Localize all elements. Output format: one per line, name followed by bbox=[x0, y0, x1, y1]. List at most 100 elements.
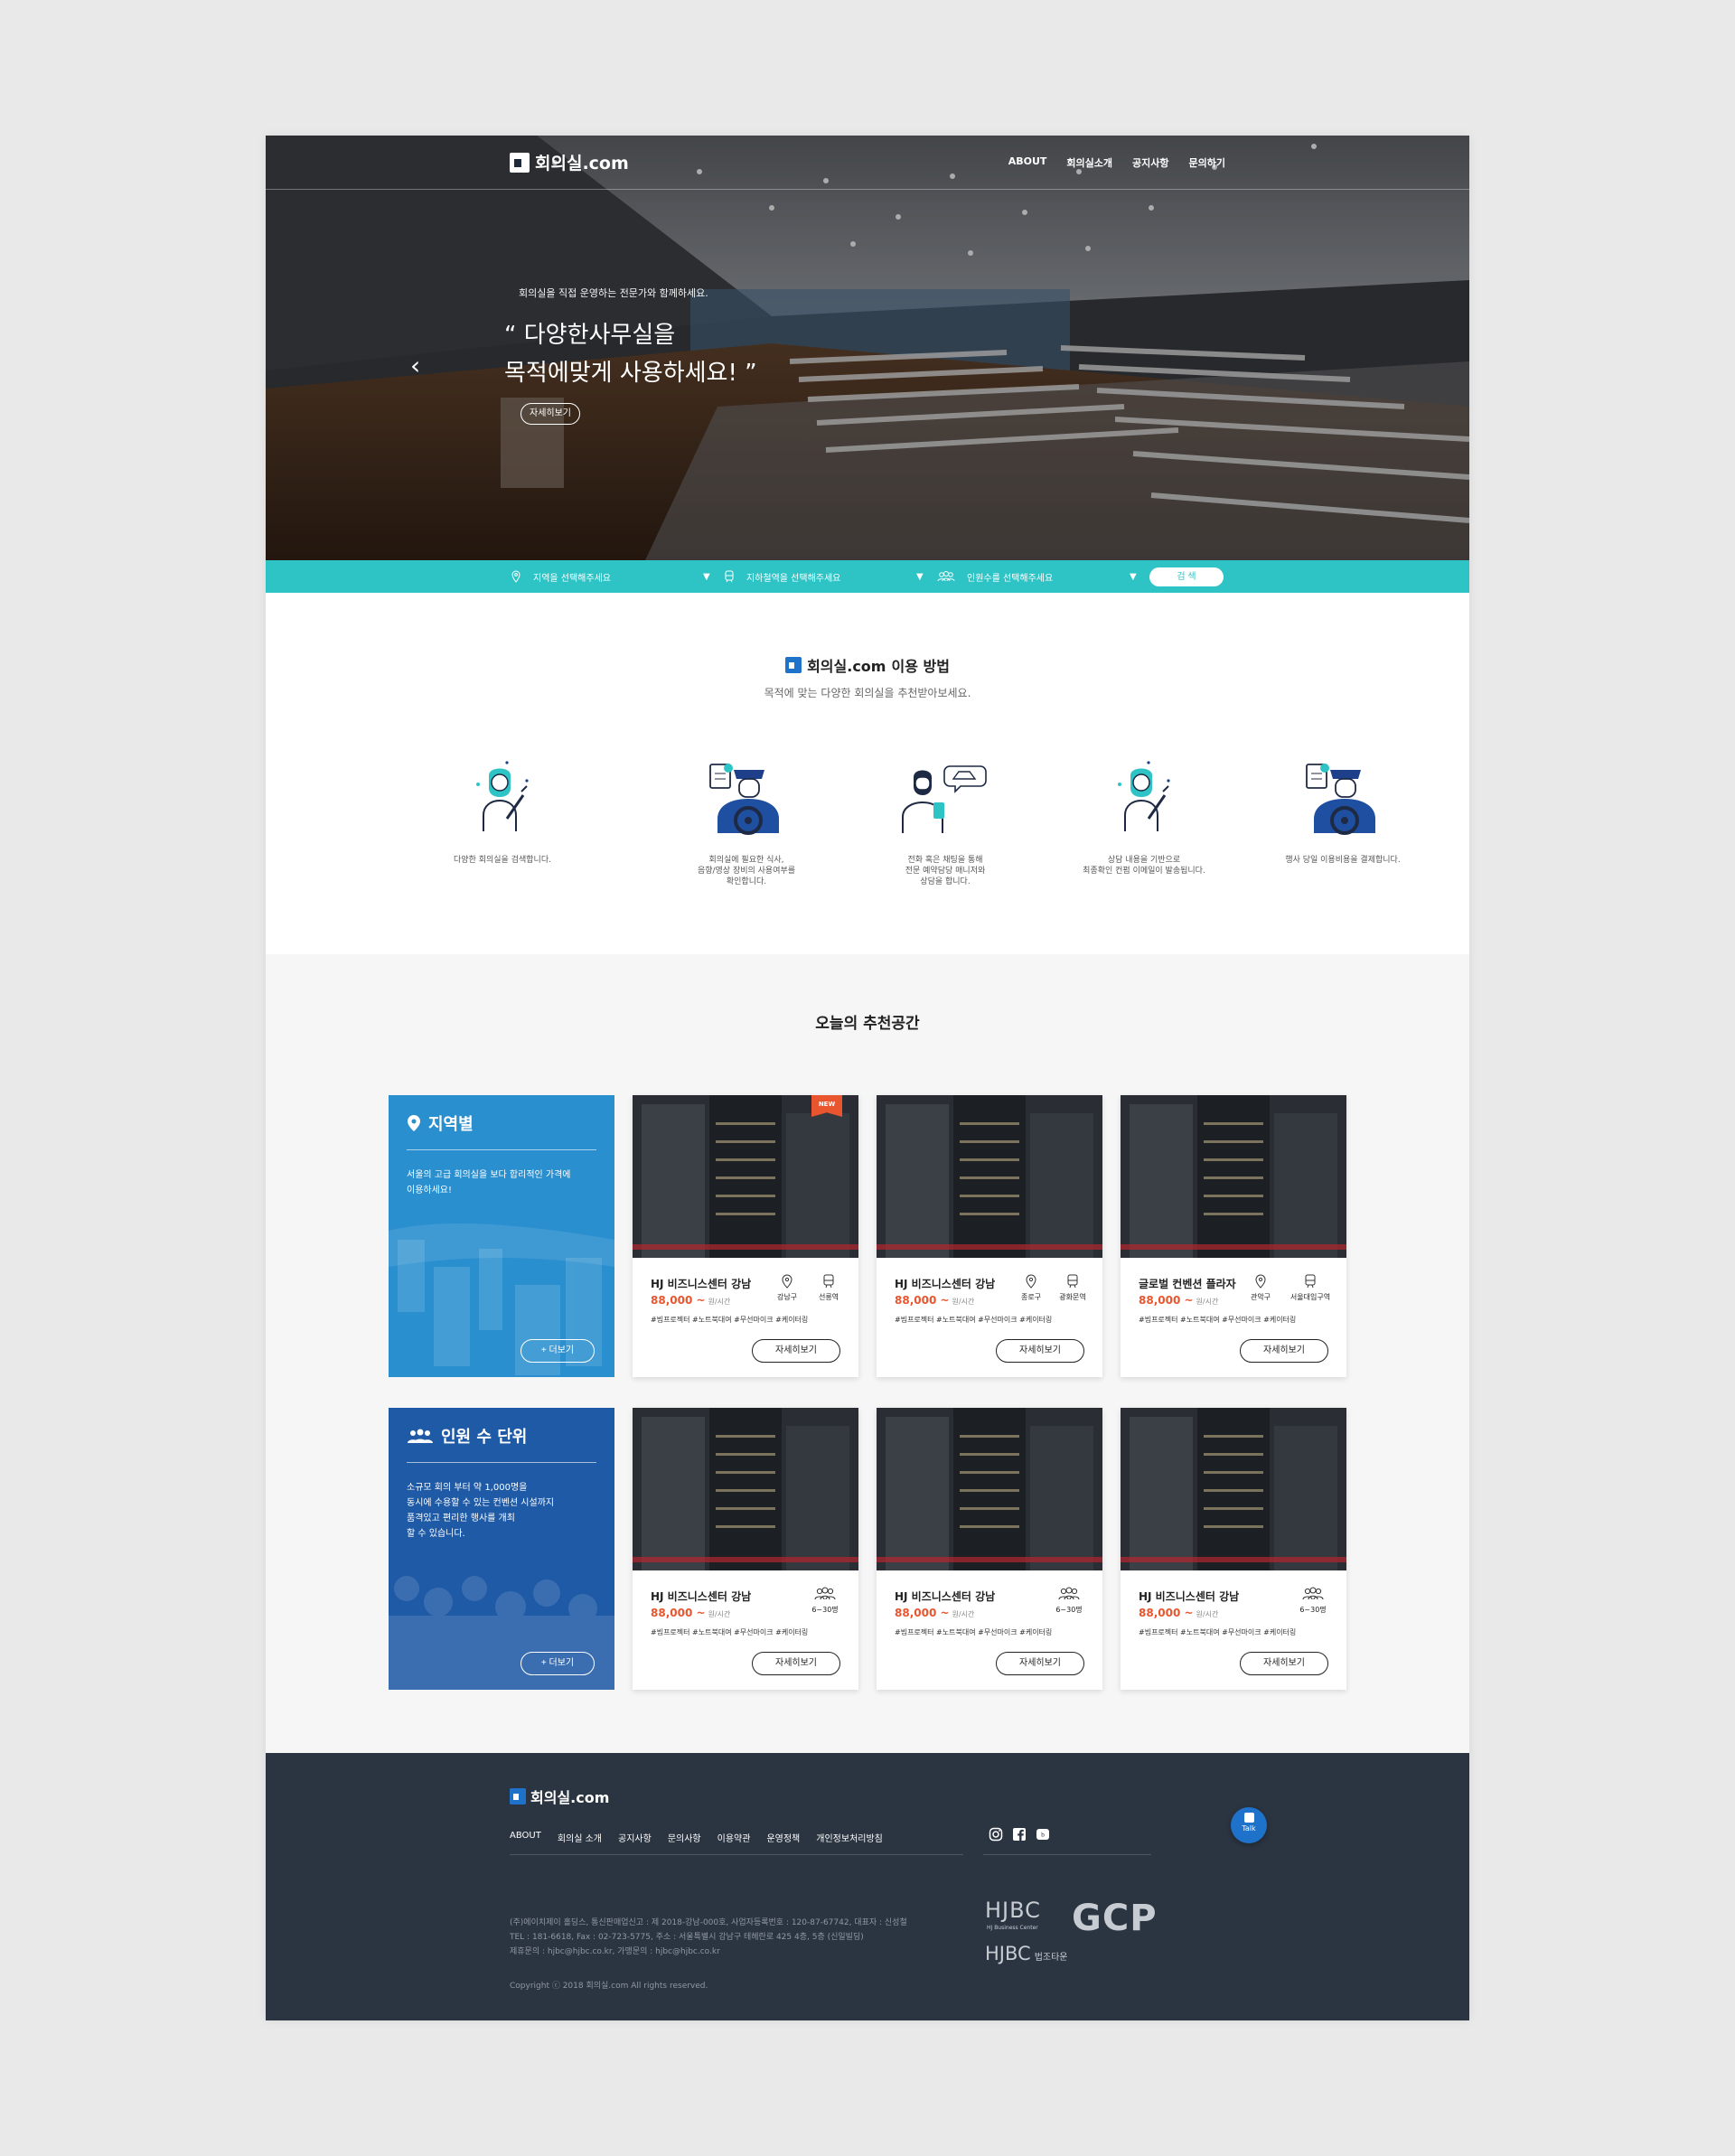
hero-detail-button[interactable]: 자세히보기 bbox=[520, 403, 580, 425]
space-detail-button[interactable]: 자세히보기 bbox=[1240, 1339, 1328, 1363]
subway-caret-icon[interactable]: ▼ bbox=[916, 560, 924, 593]
step-3-line1: 전화 혹은 채팅을 통해 bbox=[907, 856, 983, 865]
price-value: 88,000 ~ bbox=[1139, 1294, 1194, 1307]
people-group-icon bbox=[1058, 1587, 1080, 1600]
space-tags: #빔프로젝터 #노트북대여 #무선마이크 #케이터링 bbox=[651, 1628, 809, 1636]
price-unit: 원/시간 bbox=[1196, 1610, 1219, 1618]
category-people-desc-line2: 동시에 수용할 수 있는 컨벤션 시설까지 bbox=[407, 1498, 555, 1508]
station-info: 서울대입구역 bbox=[1281, 1274, 1339, 1302]
hero-banner: 회의실.com ABOUT 회의실소개 공지사항 문의하기 ‹ 회의실을 직접 … bbox=[266, 136, 1469, 560]
talk-label: Talk bbox=[1242, 1824, 1256, 1833]
people-caret-icon[interactable]: ▼ bbox=[1130, 560, 1137, 593]
footer-nav-terms[interactable]: 이용약관 bbox=[717, 1831, 751, 1844]
district-info: 관악구 bbox=[1240, 1274, 1281, 1302]
hero-prev-arrow-icon[interactable]: ‹ bbox=[410, 351, 420, 380]
price-value: 88,000 ~ bbox=[651, 1607, 706, 1619]
man-chat-car-icon bbox=[902, 765, 987, 833]
category-region-title: 지역별 bbox=[428, 1115, 474, 1134]
category-region-desc: 서울의 고급 회의실을 보다 합리적인 가격에 이용하세요! bbox=[407, 1167, 587, 1198]
district-name: 강남구 bbox=[776, 1293, 798, 1301]
footer-divider bbox=[983, 1854, 1151, 1855]
space-detail-button[interactable]: 자세히보기 bbox=[996, 1652, 1084, 1675]
site-logo[interactable]: 회의실.com bbox=[510, 150, 629, 174]
how-to-step-5-text: 행사 당일 이용비용을 결제합니다. bbox=[1261, 855, 1424, 866]
space-card[interactable]: HJ 비즈니스센터 강남 88,000 ~ 원/시간 6~30명 #빔프로젝터 #… bbox=[1121, 1408, 1346, 1690]
subway-icon bbox=[823, 1274, 834, 1289]
station-name: 광화문역 bbox=[1059, 1293, 1086, 1301]
how-to-title-text: 이용 방법 bbox=[891, 658, 950, 675]
driver-clipboard-icon bbox=[1306, 764, 1375, 835]
company-info-line3: 제휴문의 : hjbc@hjbc.co.kr, 가맹문의 : hjbc@hjbc… bbox=[510, 1947, 720, 1956]
search-button[interactable]: 검 색 bbox=[1149, 567, 1224, 586]
space-card[interactable]: NEW HJ 비즈니스센터 강남 88,000 ~ 원/시간 강남구 선릉역 #빔… bbox=[633, 1095, 858, 1377]
brand-gcp-logo[interactable]: GCP bbox=[1072, 1898, 1158, 1939]
footer-nav-privacy[interactable]: 개인정보처리방침 bbox=[816, 1831, 883, 1844]
footer-nav-notice[interactable]: 공지사항 bbox=[618, 1831, 652, 1844]
capacity-info: 6~30명 bbox=[804, 1587, 846, 1615]
space-card[interactable]: HJ 비즈니스센터 강남 88,000 ~ 원/시간 6~30명 #빔프로젝터 #… bbox=[633, 1408, 858, 1690]
space-tags: #빔프로젝터 #노트북대여 #무선마이크 #케이터링 bbox=[1139, 1628, 1297, 1636]
people-group-icon bbox=[814, 1587, 836, 1600]
building-image bbox=[1121, 1095, 1346, 1258]
company-info: (주)에이치제이 홀딩스, 통신판매업신고 : 제 2018-강남-000호, … bbox=[510, 1916, 907, 1959]
step-2-line3: 확인합니다. bbox=[726, 877, 767, 886]
price-value: 88,000 ~ bbox=[651, 1294, 706, 1307]
facebook-icon[interactable] bbox=[1012, 1827, 1027, 1842]
search-bar: 지역을 선택해주세요 ▼ 지하철역을 선택해주세요 ▼ 인원수를 선택해주세요 … bbox=[266, 560, 1469, 593]
category-region-card[interactable]: 지역별 서울의 고급 회의실을 보다 합리적인 가격에 이용하세요! + 더보기 bbox=[389, 1095, 614, 1377]
footer-nav-policy[interactable]: 운영정책 bbox=[766, 1831, 800, 1844]
talk-icon bbox=[1243, 1813, 1254, 1823]
subway-icon bbox=[725, 570, 734, 583]
footer-divider bbox=[510, 1854, 963, 1855]
category-people-card[interactable]: 인원 수 단위 소규모 회의 부터 약 1,000명을 동시에 수용할 수 있는… bbox=[389, 1408, 614, 1690]
space-card[interactable]: 글로벌 컨벤션 플라자 88,000 ~ 원/시간 관악구 서울대입구역 #빔프로… bbox=[1121, 1095, 1346, 1377]
category-people-heading: 인원 수 단위 bbox=[407, 1424, 527, 1448]
recommend-section: 오늘의 추천공간 지역별 서울의 고급 회의실을 보다 합리적인 가격에 이용하… bbox=[266, 954, 1469, 1753]
region-caret-icon[interactable]: ▼ bbox=[703, 560, 710, 593]
district-name: 종로구 bbox=[1020, 1293, 1042, 1301]
main-nav: ABOUT 회의실소개 공지사항 문의하기 bbox=[1008, 155, 1225, 170]
logo-mark-icon bbox=[510, 1788, 526, 1804]
footer-nav-rooms[interactable]: 회의실 소개 bbox=[558, 1831, 602, 1844]
talk-chat-button[interactable]: Talk bbox=[1231, 1807, 1267, 1843]
footer-nav-inquiry[interactable]: 문의사항 bbox=[668, 1831, 701, 1844]
category-divider bbox=[407, 1149, 596, 1150]
nav-about[interactable]: ABOUT bbox=[1008, 155, 1047, 170]
social-links: b bbox=[989, 1827, 1050, 1842]
space-detail-button[interactable]: 자세히보기 bbox=[752, 1652, 840, 1675]
hero-title-line2: 목적에맞게 사용하세요! ” bbox=[504, 360, 757, 387]
category-people-desc-line1: 소규모 회의 부터 약 1,000명을 bbox=[407, 1483, 528, 1493]
category-divider bbox=[407, 1462, 596, 1463]
category-region-more-button[interactable]: + 더보기 bbox=[520, 1339, 595, 1363]
instagram-icon[interactable] bbox=[989, 1827, 1003, 1842]
footer-logo[interactable]: 회의실.com bbox=[510, 1786, 609, 1807]
nav-contact[interactable]: 문의하기 bbox=[1189, 155, 1225, 170]
step-4-line1: 상담 내용을 기반으로 bbox=[1107, 856, 1181, 865]
price-unit: 원/시간 bbox=[952, 1298, 975, 1306]
space-card[interactable]: HJ 비즈니스센터 강남 88,000 ~ 원/시간 6~30명 #빔프로젝터 #… bbox=[877, 1408, 1102, 1690]
brand-hjbc-logo[interactable]: HJBC bbox=[985, 1898, 1041, 1923]
region-select[interactable]: 지역을 선택해주세요 bbox=[510, 560, 611, 593]
blog-icon[interactable]: b bbox=[1036, 1827, 1050, 1842]
price-unit: 원/시간 bbox=[708, 1298, 731, 1306]
space-name: HJ 비즈니스센터 강남 bbox=[895, 1278, 996, 1290]
brand-hjbc-lawtown-logo[interactable]: HJBC 법조타운 bbox=[985, 1943, 1068, 1964]
footer-nav-about[interactable]: ABOUT bbox=[510, 1831, 541, 1844]
space-detail-button[interactable]: 자세히보기 bbox=[996, 1339, 1084, 1363]
space-detail-button[interactable]: 자세히보기 bbox=[1240, 1652, 1328, 1675]
space-detail-button[interactable]: 자세히보기 bbox=[752, 1339, 840, 1363]
people-select[interactable]: 인원수를 선택해주세요 bbox=[936, 560, 1053, 593]
space-card[interactable]: HJ 비즈니스센터 강남 88,000 ~ 원/시간 종로구 광화문역 #빔프로젝… bbox=[877, 1095, 1102, 1377]
station-name: 서울대입구역 bbox=[1290, 1293, 1331, 1301]
subway-icon bbox=[1305, 1274, 1316, 1289]
nav-notice[interactable]: 공지사항 bbox=[1132, 155, 1168, 170]
subway-select[interactable]: 지하철역을 선택해주세요 bbox=[723, 560, 840, 593]
category-people-more-button[interactable]: + 더보기 bbox=[520, 1652, 595, 1675]
hero-title: “ 다양한사무실을 목적에맞게 사용하세요! ” bbox=[504, 316, 757, 392]
nav-rooms[interactable]: 회의실소개 bbox=[1066, 155, 1112, 170]
space-price: 88,000 ~ 원/시간 bbox=[895, 1294, 974, 1307]
price-value: 88,000 ~ bbox=[895, 1294, 950, 1307]
price-unit: 원/시간 bbox=[952, 1610, 975, 1618]
building-photo bbox=[877, 1095, 1102, 1258]
hero-subtitle: 회의실을 직접 운영하는 전문가와 함께하세요. bbox=[519, 287, 708, 299]
